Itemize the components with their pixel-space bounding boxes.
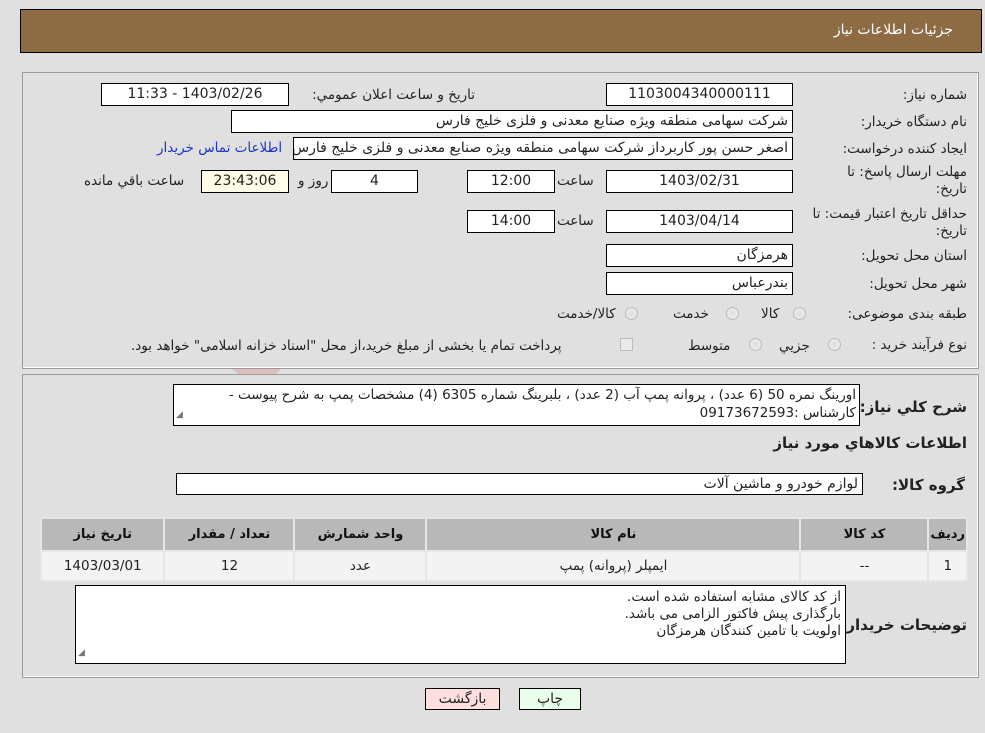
purchase-process-label: نوع فرآیند خرید : <box>871 337 967 353</box>
days-label: روز و <box>298 173 329 189</box>
remaining-days: 4 <box>331 170 418 193</box>
delivery-province-field: هرمزگان <box>606 244 793 267</box>
summary-textarea[interactable]: اورینگ نمره 50 (6 عدد) ، پروانه پمپ آب (… <box>173 384 860 426</box>
price-validity-time-label: ساعت <box>557 213 594 229</box>
process-option-minor: جزيي <box>779 338 810 354</box>
items-heading: اطلاعات کالاهاي مورد نياز <box>773 434 967 452</box>
response-time-label: ساعت <box>557 173 594 189</box>
resize-grip-icon[interactable]: ◢ <box>78 645 85 662</box>
need-number-label: شماره نیاز: <box>902 87 967 103</box>
goods-group-label: گروه کالا: <box>892 476 965 494</box>
col-row-number: ردیف <box>927 517 968 552</box>
cell-unit: عدد <box>293 550 428 582</box>
buyer-notes-textarea[interactable]: از کد کالای مشابه استفاده شده است. بارگذ… <box>75 585 846 664</box>
category-radio-goods-service[interactable] <box>625 307 638 320</box>
category-option-service: خدمت <box>673 306 709 322</box>
cell-row-number: 1 <box>927 550 968 582</box>
col-unit: واحد شمارش <box>293 517 428 552</box>
category-radio-goods[interactable] <box>793 307 806 320</box>
response-deadline-label: مهلت ارسال پاسخ: تا تاریخ: <box>847 164 967 197</box>
summary-label: شرح کلي نياز: <box>859 398 967 416</box>
delivery-city-field: بندرعباس <box>606 272 793 295</box>
page-title: جزئیات اطلاعات نیاز <box>833 22 953 38</box>
price-validity-label: حداقل تاریخ اعتبار قیمت: تا تاریخ: <box>812 206 967 239</box>
col-need-date: تاریخ نیاز <box>39 517 166 552</box>
buyer-notes-label: توضیحات خریدار: <box>840 616 967 634</box>
announce-datetime-field: 1403/02/26 - 11:33 <box>101 83 289 106</box>
category-label: طبقه بندی موضوعی: <box>847 306 967 322</box>
buyer-note-line: اولویت با تامین کنندگان هرمزگان <box>656 623 841 639</box>
cell-quantity: 12 <box>163 550 296 582</box>
requester-label: ایجاد کننده درخواست: <box>842 141 967 157</box>
col-goods-code: کد کالا <box>799 517 930 552</box>
cell-goods-code: -- <box>799 550 930 582</box>
payment-checkbox[interactable] <box>620 338 633 351</box>
need-number-field: 1103004340000111 <box>606 83 793 106</box>
items-table: ردیف کد کالا نام کالا واحد شمارش تعداد /… <box>39 517 968 582</box>
page-header: جزئیات اطلاعات نیاز <box>20 9 982 53</box>
buyer-note-line: از کد کالای مشابه استفاده شده است. <box>627 589 841 605</box>
remaining-label: ساعت باقي مانده <box>84 173 185 189</box>
process-radio-minor[interactable] <box>828 338 841 351</box>
items-table-header: ردیف کد کالا نام کالا واحد شمارش تعداد /… <box>39 517 968 552</box>
summary-text: اورینگ نمره 50 (6 عدد) ، پروانه پمپ آب (… <box>228 387 856 421</box>
delivery-city-label: شهر محل تحویل: <box>869 276 967 292</box>
col-quantity: تعداد / مقدار <box>163 517 296 552</box>
price-validity-date: 1403/04/14 <box>606 210 793 233</box>
category-option-goods-service: کالا/خدمت <box>557 306 616 322</box>
cell-need-date: 1403/03/01 <box>39 550 166 582</box>
category-radio-service[interactable] <box>726 307 739 320</box>
buyer-note-line: بارگذاری پیش فاکتور الزامی می باشد. <box>624 606 841 622</box>
process-radio-medium[interactable] <box>749 338 762 351</box>
process-option-medium: متوسط <box>688 338 731 354</box>
category-option-goods: کالا <box>761 306 780 322</box>
cell-goods-name: ایمپلر (پروانه) پمپ <box>425 550 802 582</box>
resize-grip-icon[interactable]: ◢ <box>176 406 183 424</box>
back-button[interactable]: بازگشت <box>425 688 500 710</box>
delivery-province-label: استان محل تحویل: <box>861 248 967 264</box>
requester-field: اصغر حسن پور کاربرداز شرکت سهامی منطقه و… <box>293 137 793 160</box>
payment-note: پرداخت تمام یا بخشی از مبلغ خرید،از محل … <box>131 338 562 354</box>
price-validity-time: 14:00 <box>467 210 555 233</box>
buyer-org-label: نام دستگاه خریدار: <box>860 114 967 130</box>
response-deadline-time: 12:00 <box>467 170 555 193</box>
remaining-time: 23:43:06 <box>201 170 289 193</box>
col-goods-name: نام کالا <box>425 517 802 552</box>
buyer-org-field: شرکت سهامی منطقه ویژه صنایع معدنی و فلزی… <box>231 110 793 133</box>
table-row: 1 -- ایمپلر (پروانه) پمپ عدد 12 1403/03/… <box>39 550 968 582</box>
buyer-contact-link[interactable]: اطلاعات تماس خریدار <box>157 140 282 156</box>
print-button[interactable]: چاپ <box>519 688 581 710</box>
goods-group-field: لوازم خودرو و ماشین آلات <box>176 473 863 495</box>
response-deadline-date: 1403/02/31 <box>606 170 793 193</box>
announce-datetime-label: تاریخ و ساعت اعلان عمومي: <box>312 87 475 103</box>
